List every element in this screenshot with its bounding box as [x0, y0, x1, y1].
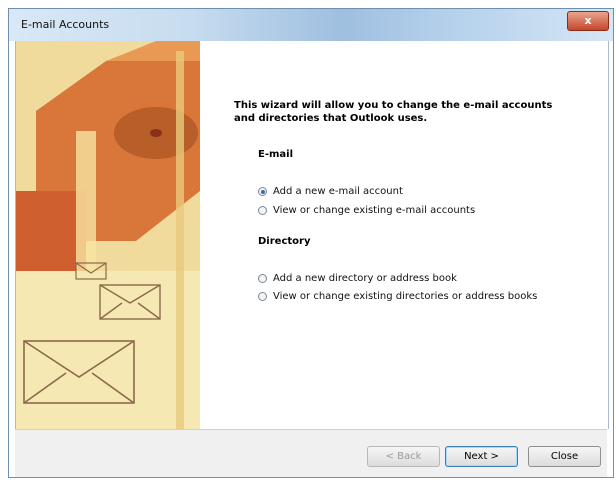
radio-label: View or change existing e-mail accounts — [273, 205, 476, 216]
button-bar: < Back Next > Close — [15, 429, 607, 477]
close-window-button[interactable]: x — [567, 11, 609, 31]
window-title: E-mail Accounts — [21, 18, 110, 31]
title-bar[interactable]: E-mail Accounts x — [9, 9, 613, 41]
radio-label: View or change existing directories or a… — [273, 291, 538, 302]
radio-add-email-account[interactable]: Add a new e-mail account — [258, 186, 403, 197]
wizard-content: This wizard will allow you to change the… — [218, 41, 608, 429]
directory-section-heading: Directory — [258, 236, 311, 247]
radio-button[interactable] — [258, 292, 267, 301]
back-button[interactable]: < Back — [367, 446, 440, 467]
radio-button[interactable] — [258, 274, 267, 283]
radio-label: Add a new e-mail account — [273, 186, 403, 197]
wizard-illustration — [16, 41, 200, 429]
radio-view-directories[interactable]: View or change existing directories or a… — [258, 291, 537, 302]
wizard-intro-text: This wizard will allow you to change the… — [234, 100, 553, 124]
radio-button-selected[interactable] — [258, 187, 267, 196]
email-accounts-dialog: E-mail Accounts x This wizard will allow… — [8, 8, 614, 478]
wizard-body: This wizard will allow you to change the… — [15, 41, 609, 429]
close-icon: x — [584, 14, 592, 27]
radio-add-directory[interactable]: Add a new directory or address book — [258, 273, 457, 284]
next-button[interactable]: Next > — [445, 446, 518, 467]
close-button[interactable]: Close — [528, 446, 601, 467]
radio-view-email-accounts[interactable]: View or change existing e-mail accounts — [258, 205, 475, 216]
radio-button[interactable] — [258, 206, 267, 215]
email-section-heading: E-mail — [258, 149, 294, 160]
radio-label: Add a new directory or address book — [273, 273, 457, 284]
